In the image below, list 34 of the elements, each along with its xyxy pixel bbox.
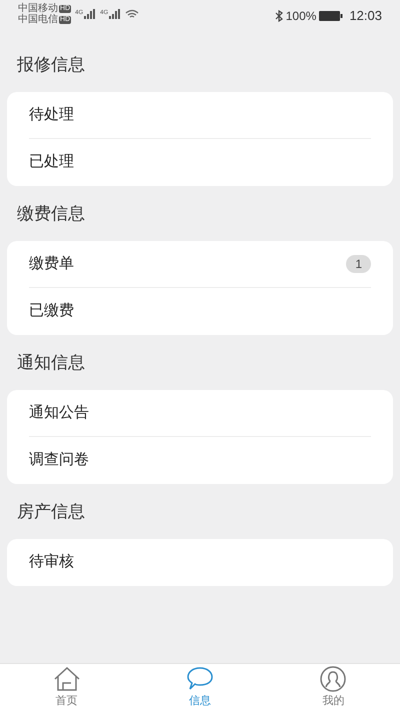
menu-item-label: 待处理 xyxy=(29,104,74,125)
battery-percent: 100% xyxy=(286,8,316,25)
menu-item-label: 通知公告 xyxy=(29,402,89,423)
menu-item-label: 调查问卷 xyxy=(29,450,89,470)
menu-item-label: 已处理 xyxy=(29,152,74,172)
signal-icon xyxy=(109,9,122,19)
battery-icon xyxy=(319,10,344,21)
section-title: 缴费信息 xyxy=(17,202,85,225)
menu-item[interactable]: 已缴费 xyxy=(29,288,371,335)
count-badge: 1 xyxy=(346,255,371,273)
menu-item-label: 已缴费 xyxy=(29,301,74,322)
carrier-name: 中国移动 xyxy=(18,3,58,14)
carrier-name: 中国电信 xyxy=(18,14,58,25)
menu-item[interactable]: 调查问卷 xyxy=(29,437,371,484)
tab-bar-item[interactable]: 我的 xyxy=(266,664,400,711)
menu-item[interactable]: 通知公告 xyxy=(29,390,371,437)
menu-item[interactable]: 已处理 xyxy=(29,139,371,186)
menu-item-label: 待审核 xyxy=(29,552,74,572)
chat-bubble-icon xyxy=(186,666,214,692)
section-title: 报修信息 xyxy=(17,54,85,76)
menu-item[interactable]: 待审核 xyxy=(29,539,371,586)
menu-item[interactable]: 待处理 xyxy=(29,92,371,139)
wifi-icon xyxy=(125,9,140,19)
menu-item[interactable]: 缴费单 1 xyxy=(29,241,371,288)
home-icon xyxy=(52,666,81,692)
clock-time: 12:03 xyxy=(349,7,382,25)
section-title: 房产信息 xyxy=(17,500,85,523)
tab-bar-item[interactable]: 信息 xyxy=(133,664,267,711)
signal-icon xyxy=(84,9,96,19)
user-icon xyxy=(319,666,348,692)
menu-item-label: 缴费单 xyxy=(29,254,74,274)
section-title: 通知信息 xyxy=(17,352,85,374)
bluetooth-icon xyxy=(274,10,283,22)
tab-bar-item[interactable]: 首页 xyxy=(0,664,134,711)
